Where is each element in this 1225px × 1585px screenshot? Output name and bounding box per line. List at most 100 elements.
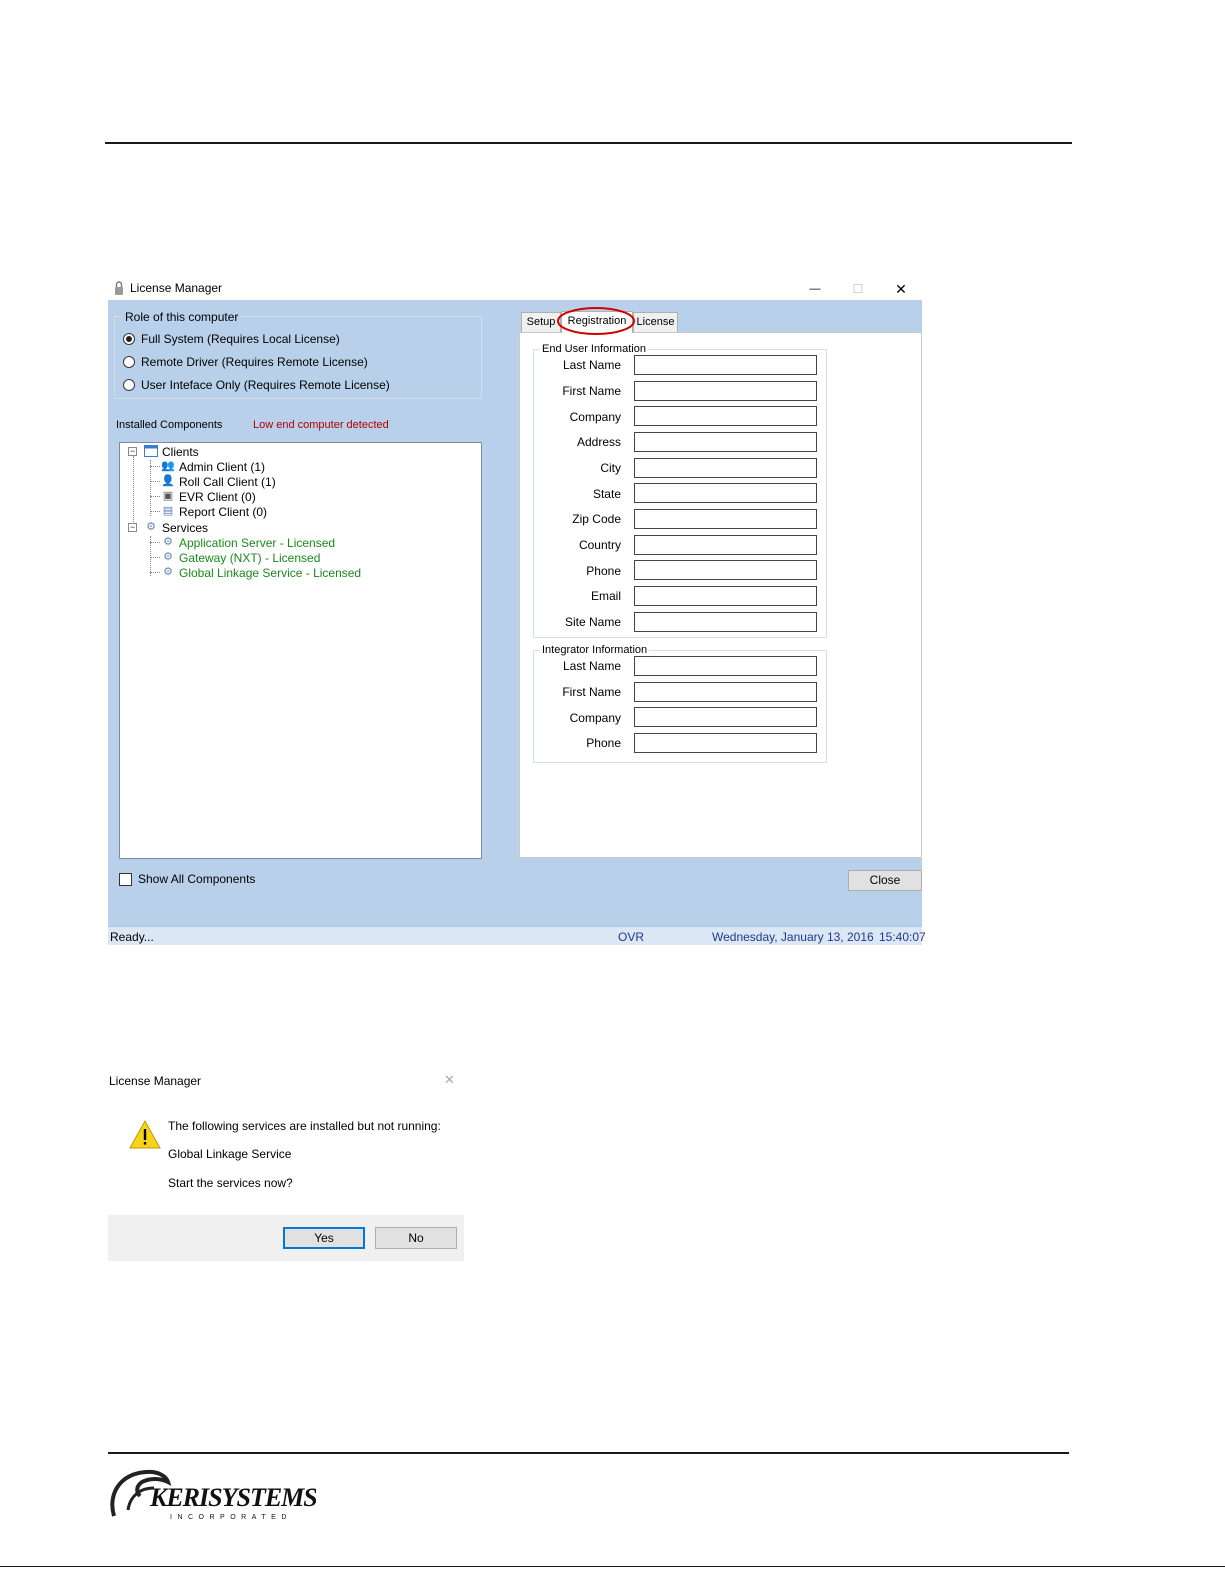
- tab-label: Setup: [526, 316, 556, 328]
- tab-label: License: [636, 316, 675, 328]
- role-group-label: Role of this computer: [123, 310, 241, 324]
- tree-node-roll-call-client[interactable]: 👤 Roll Call Client (1): [161, 474, 276, 489]
- video-camera-icon: ▣: [162, 490, 174, 502]
- tree-node-label: Admin Client (1): [179, 459, 266, 474]
- end-user-site-name-input[interactable]: [634, 612, 817, 632]
- tree-node-label: Gateway (NXT) - Licensed: [179, 550, 321, 565]
- dialog-message-line2: Global Linkage Service: [168, 1147, 292, 1161]
- tree-node-services[interactable]: ⚙ Services: [144, 520, 208, 535]
- tree-node-evr-client[interactable]: ▣ EVR Client (0): [161, 489, 256, 504]
- close-button[interactable]: Close: [848, 870, 922, 891]
- yes-button[interactable]: Yes: [283, 1227, 365, 1249]
- status-date: Wednesday, January 13, 2016: [712, 930, 874, 944]
- gear-icon: ⚙: [163, 566, 173, 578]
- logo-brand-text: KERISYSTEMS: [149, 1483, 316, 1512]
- end-user-email-label: Email: [590, 589, 621, 603]
- tab-license[interactable]: License: [633, 312, 678, 333]
- close-icon[interactable]: ✕: [891, 280, 911, 298]
- tree-node-admin-client[interactable]: 👥 Admin Client (1): [161, 459, 265, 474]
- gear-icon: ⚙: [163, 551, 173, 563]
- end-user-first-name-label: First Name: [562, 384, 621, 398]
- app-icon: [112, 280, 126, 296]
- radio-indicator[interactable]: [123, 379, 135, 391]
- radio-label: Remote Driver (Requires Remote License): [141, 355, 368, 369]
- integrator-company-input[interactable]: [634, 707, 817, 727]
- end-user-company-label: Company: [569, 410, 621, 424]
- page-bottom-rule: [0, 1566, 1225, 1567]
- warning-icon: [129, 1119, 161, 1151]
- no-button[interactable]: No: [375, 1227, 457, 1249]
- window-title: License Manager: [130, 281, 223, 295]
- status-ready: Ready...: [110, 930, 154, 944]
- end-user-country-label: Country: [578, 538, 621, 552]
- end-user-city-label: City: [600, 461, 621, 475]
- keri-systems-logo: KERISYSTEMS INCORPORATED: [106, 1466, 318, 1522]
- end-user-country-input[interactable]: [634, 535, 817, 555]
- person-icon: 👤: [161, 475, 175, 487]
- end-user-city-input[interactable]: [634, 458, 817, 478]
- radio-indicator[interactable]: [123, 356, 135, 368]
- services-collapse-icon[interactable]: −: [128, 523, 137, 532]
- dialog-title: License Manager: [109, 1074, 202, 1088]
- tree-node-application-server[interactable]: ⚙ Application Server - Licensed: [161, 535, 335, 550]
- confirm-dialog: License Manager ✕ The following services…: [108, 1068, 464, 1261]
- dialog-close-icon[interactable]: ✕: [444, 1072, 455, 1088]
- clients-folder-icon: [144, 445, 158, 458]
- radio-full-system[interactable]: Full System (Requires Local License): [123, 331, 340, 347]
- bottom-rule: [108, 1452, 1069, 1454]
- status-time: 15:40:07: [879, 930, 926, 944]
- clients-collapse-icon[interactable]: −: [128, 447, 137, 456]
- low-end-warning: Low end computer detected: [253, 419, 389, 431]
- integrator-first-name-label: First Name: [562, 685, 621, 699]
- report-document-icon: ▤: [162, 505, 174, 517]
- tree-node-label: Clients: [162, 444, 199, 459]
- radio-indicator[interactable]: [123, 333, 135, 345]
- tree-node-report-client[interactable]: ▤ Report Client (0): [161, 504, 267, 519]
- logo-tagline-text: INCORPORATED: [170, 1514, 292, 1521]
- users-icon: 👥: [161, 460, 175, 472]
- installed-components-label: Installed Components: [116, 419, 223, 431]
- registration-panel: End User Information Last Name First Nam…: [519, 332, 922, 858]
- tree-node-label: Global Linkage Service - Licensed: [179, 565, 362, 580]
- status-bar: Ready... OVR Wednesday, January 13, 2016…: [108, 926, 926, 945]
- integrator-phone-label: Phone: [586, 736, 621, 750]
- end-user-zip-code-input[interactable]: [634, 509, 817, 529]
- tree-node-clients[interactable]: Clients: [144, 444, 199, 459]
- end-user-zip-code-label: Zip Code: [572, 512, 621, 526]
- integrator-company-label: Company: [569, 711, 621, 725]
- end-user-site-name-label: Site Name: [564, 615, 621, 629]
- status-mode: OVR: [618, 930, 645, 944]
- maximize-icon[interactable]: ☐: [848, 280, 868, 298]
- checkbox-label: Show All Components: [138, 872, 256, 886]
- show-all-components-checkbox[interactable]: Show All Components: [119, 872, 255, 886]
- tree-node-label: EVR Client (0): [179, 489, 256, 504]
- end-user-phone-input[interactable]: [634, 560, 817, 580]
- integrator-last-name-input[interactable]: [634, 656, 817, 676]
- tree-node-label: Services: [162, 520, 209, 535]
- end-user-first-name-input[interactable]: [634, 381, 817, 401]
- tree-node-gateway[interactable]: ⚙ Gateway (NXT) - Licensed: [161, 550, 320, 565]
- title-bar[interactable]: License Manager — ☐ ✕: [108, 278, 922, 300]
- tree-node-label: Application Server - Licensed: [179, 535, 336, 550]
- checkbox-indicator[interactable]: [119, 872, 132, 886]
- radio-remote-driver[interactable]: Remote Driver (Requires Remote License): [123, 354, 368, 370]
- end-user-state-label: State: [592, 487, 621, 501]
- components-tree[interactable]: − Clients 👥 Admin Client (1) 👤 Roll Call…: [119, 442, 482, 859]
- tree-node-global-linkage[interactable]: ⚙ Global Linkage Service - Licensed: [161, 565, 361, 580]
- end-user-email-input[interactable]: [634, 586, 817, 606]
- end-user-state-input[interactable]: [634, 483, 817, 503]
- end-user-address-input[interactable]: [634, 432, 817, 452]
- radio-user-interface-only[interactable]: User Inteface Only (Requires Remote Lice…: [123, 377, 390, 393]
- end-user-last-name-label: Last Name: [562, 358, 621, 372]
- tree-node-label: Report Client (0): [179, 504, 268, 519]
- end-user-last-name-input[interactable]: [634, 355, 817, 375]
- end-user-company-input[interactable]: [634, 406, 817, 426]
- end-user-group-label: End User Information: [540, 343, 648, 355]
- gear-icon: ⚙: [163, 536, 173, 548]
- role-group: Role of this computer Full System (Requi…: [114, 310, 482, 399]
- end-user-address-label: Address: [576, 435, 621, 449]
- integrator-last-name-label: Last Name: [562, 659, 621, 673]
- integrator-first-name-input[interactable]: [634, 682, 817, 702]
- minimize-icon[interactable]: —: [805, 280, 825, 298]
- integrator-phone-input[interactable]: [634, 733, 817, 753]
